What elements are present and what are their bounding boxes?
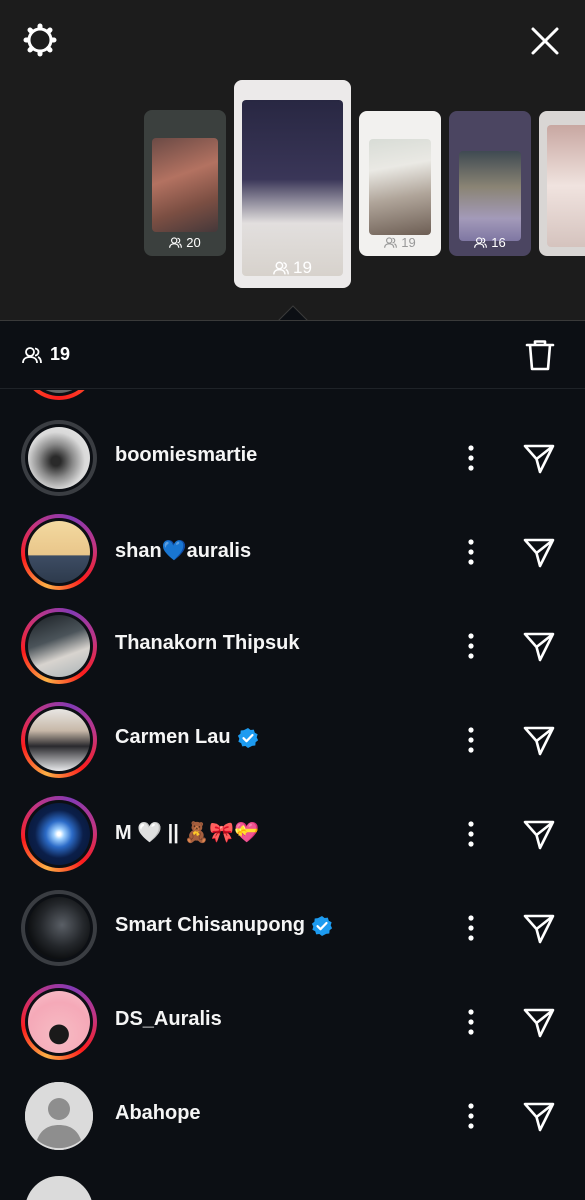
default-avatar-icon [25,1082,93,1150]
story-image [547,125,585,247]
gear-icon[interactable] [22,22,58,58]
verified-badge-icon [311,915,333,936]
avatar[interactable] [21,1172,97,1200]
send-icon[interactable] [522,629,556,663]
list-item[interactable]: shan💙auralis [0,505,585,599]
people-icon [474,237,488,248]
verified-badge-icon [237,727,258,748]
viewers-bar [0,321,585,389]
send-icon[interactable] [522,441,556,475]
trash-icon[interactable] [524,338,556,372]
list-item[interactable]: DS_Auralis [0,975,585,1069]
story-thumbnail[interactable] [539,111,585,256]
viewer-name[interactable]: DS_Auralis [115,1008,222,1031]
close-icon[interactable] [528,24,562,58]
avatar[interactable] [21,984,97,1060]
list-item[interactable]: Thanakorn Thipsuk [0,599,585,693]
more-options-icon[interactable] [464,537,478,567]
send-icon[interactable] [522,817,556,851]
story-image [152,138,218,232]
story-viewer-count: 19 [234,258,351,278]
avatar[interactable] [21,514,97,590]
story-thumbnail[interactable]: 20 [144,110,226,256]
viewer-name[interactable]: boomiesmartie [115,444,257,467]
story-viewer-count: 16 [449,235,531,250]
story-image [459,151,521,241]
story-preview-area: 20 19 19 16 [0,0,585,322]
more-options-icon[interactable] [464,1101,478,1131]
viewer-name[interactable]: M 🤍 || 🧸🎀💝 [115,820,259,845]
send-icon[interactable] [522,723,556,757]
avatar[interactable] [21,796,97,872]
viewer-name[interactable]: Smart Chisanupong [115,914,333,937]
more-options-icon[interactable] [464,443,478,473]
avatar[interactable] [21,702,97,778]
list-item[interactable]: Smart Chisanupong [0,881,585,975]
more-options-icon[interactable] [464,631,478,661]
story-thumbnail[interactable]: 19 [359,111,441,256]
avatar[interactable] [21,608,97,684]
story-thumbnail[interactable]: 16 [449,111,531,256]
viewers-count: 19 [22,344,70,365]
list-item[interactable]: M 🤍 || 🧸🎀💝 [0,787,585,881]
more-options-icon[interactable] [464,819,478,849]
list-item[interactable] [0,1163,585,1200]
story-viewer-count: 20 [144,235,226,250]
avatar[interactable] [21,1078,97,1154]
story-thumbnail-selected[interactable]: 19 [234,80,351,288]
viewer-name[interactable]: Carmen Lau [115,726,259,749]
list-item[interactable]: Abahope [0,1069,585,1163]
list-item[interactable]: boomiesmartie [0,411,585,505]
people-icon [22,346,42,363]
avatar[interactable] [21,420,97,496]
more-options-icon[interactable] [464,725,478,755]
more-options-icon[interactable] [464,913,478,943]
story-image [242,100,343,276]
viewer-list[interactable]: boomiesmartie shan💙auralis Thanakorn Thi… [0,390,585,1200]
people-icon [384,237,398,248]
people-icon [273,261,289,275]
avatar [21,390,97,400]
send-icon[interactable] [522,1005,556,1039]
send-icon[interactable] [522,911,556,945]
send-icon[interactable] [522,1099,556,1133]
list-item[interactable]: Carmen Lau [0,693,585,787]
story-image [369,139,431,235]
viewer-name[interactable]: Thanakorn Thipsuk [115,632,299,655]
send-icon[interactable] [522,535,556,569]
viewer-name[interactable]: Abahope [115,1102,201,1125]
viewer-name[interactable]: shan💙auralis [115,538,251,563]
people-icon [169,237,183,248]
story-viewer-count: 19 [359,235,441,250]
more-options-icon[interactable] [464,1007,478,1037]
avatar[interactable] [21,890,97,966]
